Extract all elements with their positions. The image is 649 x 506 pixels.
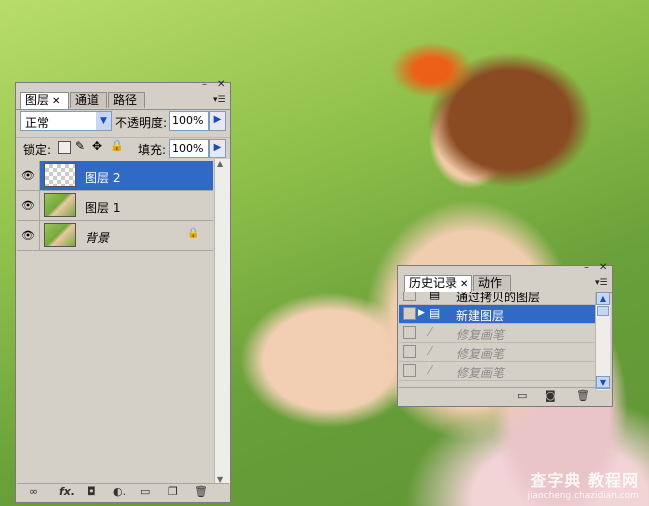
fill-arrow-button[interactable]: ▶ bbox=[209, 139, 226, 158]
tab-layers-label: 图层 bbox=[25, 93, 50, 107]
lock-all-icon[interactable]: 🔒 bbox=[110, 139, 124, 152]
panel-titlebar: – ✕ bbox=[16, 80, 230, 92]
tab-layers[interactable]: 图层 ✕ bbox=[20, 92, 69, 109]
layers-scrollbar[interactable]: ▲ ▼ bbox=[214, 159, 230, 484]
history-scrollbar[interactable]: ▲ ▼ bbox=[595, 292, 610, 390]
close-tab-icon[interactable]: ✕ bbox=[460, 279, 468, 290]
delete-state-icon[interactable]: 🗑 bbox=[576, 389, 590, 402]
history-item-label: 修复画笔 bbox=[456, 328, 505, 342]
panel-menu-icon[interactable]: ▾☰ bbox=[595, 278, 608, 288]
snapshot-checkbox[interactable] bbox=[403, 307, 416, 320]
fx-icon[interactable]: fx. bbox=[59, 485, 75, 498]
fill-value: 100% bbox=[172, 142, 204, 155]
close-icon[interactable]: ✕ bbox=[217, 80, 225, 90]
adjustment-layer-icon[interactable]: ◐. bbox=[113, 485, 126, 498]
snapshot-checkbox[interactable] bbox=[403, 326, 416, 339]
delete-layer-icon[interactable]: 🗑 bbox=[194, 485, 208, 498]
watermark-url: jiaocheng.chazidian.com bbox=[527, 491, 639, 501]
eye-icon[interactable]: 👁 bbox=[17, 161, 40, 190]
history-list: ▤ 通过拷贝的图层 ▶ ▤ 新建图层 ⁄ 修复画笔 ⁄ 修复画笔 ⁄ 修复画笔 bbox=[398, 292, 595, 390]
new-layer-icon: ▤ bbox=[429, 306, 441, 320]
layer-thumbnail bbox=[44, 193, 76, 217]
snapshot-checkbox[interactable] bbox=[403, 345, 416, 358]
healing-brush-icon: ⁄ bbox=[429, 363, 432, 377]
snapshot-camera-icon[interactable]: ◙ bbox=[545, 389, 556, 402]
snapshot-checkbox[interactable] bbox=[403, 292, 416, 301]
layer-row[interactable]: 👁 背景 🔒 bbox=[17, 221, 213, 251]
blend-mode-select[interactable]: 正常 ▼ bbox=[20, 111, 112, 131]
opacity-arrow-button[interactable]: ▶ bbox=[209, 111, 226, 131]
tab-actions-label: 动作 bbox=[478, 276, 503, 290]
opacity-input[interactable]: 100% bbox=[169, 111, 209, 131]
blend-row: 正常 ▼ 不透明度: 100% ▶ bbox=[16, 111, 230, 133]
close-icon[interactable]: ✕ bbox=[599, 263, 607, 273]
tab-history[interactable]: 历史记录 ✕ bbox=[404, 275, 472, 292]
layer-lock-icon: 🔒 bbox=[187, 228, 200, 239]
history-item[interactable]: ⁄ 修复画笔 bbox=[399, 324, 595, 343]
opacity-label: 不透明度: bbox=[115, 116, 168, 130]
layer-thumbnail bbox=[44, 223, 76, 247]
tab-actions[interactable]: 动作 bbox=[473, 275, 511, 291]
tab-history-label: 历史记录 bbox=[409, 276, 458, 290]
history-item-label: 通过拷贝的图层 bbox=[456, 292, 541, 304]
scroll-thumb[interactable] bbox=[597, 306, 609, 316]
new-document-from-state-icon[interactable]: ▭ bbox=[517, 389, 527, 402]
lock-brush-icon[interactable]: ✎ bbox=[75, 139, 85, 153]
history-item-label: 修复画笔 bbox=[456, 366, 505, 380]
scroll-up-icon[interactable]: ▲ bbox=[596, 292, 610, 305]
chevron-down-icon: ▼ bbox=[96, 112, 111, 130]
history-item[interactable]: ▶ ▤ 新建图层 bbox=[399, 305, 595, 324]
snapshot-checkbox[interactable] bbox=[403, 364, 416, 377]
layer-row[interactable]: 👁 图层 2 bbox=[17, 161, 213, 191]
history-panel: – ✕ 历史记录 ✕ 动作 ▾☰ ▤ 通过拷贝的图层 ▶ ▤ 新建图层 ⁄ 修复画… bbox=[397, 263, 613, 407]
healing-brush-icon: ⁄ bbox=[429, 344, 432, 358]
history-item-label: 新建图层 bbox=[456, 309, 505, 323]
close-tab-icon[interactable]: ✕ bbox=[52, 96, 60, 107]
history-item[interactable]: ⁄ 修复画笔 bbox=[399, 343, 595, 362]
layer-thumbnail bbox=[44, 163, 76, 187]
healing-brush-icon: ⁄ bbox=[429, 325, 432, 339]
history-bottom-bar: ▭ ◙ 🗑 bbox=[399, 387, 611, 405]
lock-label: 锁定: bbox=[23, 143, 52, 157]
fill-label: 填充: bbox=[138, 143, 167, 157]
blend-mode-value: 正常 bbox=[25, 116, 50, 130]
panel-menu-icon[interactable]: ▾☰ bbox=[213, 95, 226, 105]
layers-tab-row: 图层 ✕ 通道 路径 ▾☰ bbox=[16, 92, 230, 110]
new-group-icon[interactable]: ▭ bbox=[140, 485, 150, 498]
layer-state-icon: ▤ bbox=[429, 292, 441, 301]
tab-channels[interactable]: 通道 bbox=[70, 92, 107, 108]
lock-move-icon[interactable]: ✥ bbox=[92, 139, 102, 153]
tab-paths[interactable]: 路径 bbox=[108, 92, 145, 108]
layer-name[interactable]: 图层 2 bbox=[85, 169, 120, 186]
layers-bottom-bar: ∞ fx. ◘ ◐. ▭ ❐ 🗑 bbox=[17, 483, 229, 501]
link-layers-icon[interactable]: ∞ bbox=[29, 485, 38, 498]
tab-channels-label: 通道 bbox=[75, 93, 100, 107]
lock-row: 锁定: ✎ ✥ 🔒 填充: 100% ▶ bbox=[16, 137, 230, 160]
watermark-title: 查字典 教程网 bbox=[530, 471, 639, 490]
minimize-icon[interactable]: – bbox=[584, 263, 589, 273]
history-item[interactable]: ⁄ 修复画笔 bbox=[399, 362, 595, 381]
opacity-value: 100% bbox=[172, 114, 204, 127]
layer-row[interactable]: 👁 图层 1 bbox=[17, 191, 213, 221]
watermark: 查字典 教程网 jiaocheng.chazidian.com bbox=[528, 467, 639, 501]
eye-icon[interactable]: 👁 bbox=[17, 191, 40, 220]
history-item[interactable]: ▤ 通过拷贝的图层 bbox=[399, 292, 595, 305]
layer-list: 👁 图层 2 👁 图层 1 👁 背景 🔒 bbox=[17, 159, 213, 484]
fill-input[interactable]: 100% bbox=[169, 139, 209, 158]
scroll-up-icon[interactable]: ▲ bbox=[217, 159, 223, 168]
layers-panel: – ✕ 图层 ✕ 通道 路径 ▾☰ 正常 ▼ 不透明度: 100% ▶ 锁定: ✎… bbox=[15, 80, 231, 503]
lock-transparent-icon[interactable] bbox=[58, 141, 71, 154]
new-layer-icon[interactable]: ❐ bbox=[168, 485, 178, 498]
tab-paths-label: 路径 bbox=[113, 93, 138, 107]
history-tab-row: 历史记录 ✕ 动作 ▾☰ bbox=[398, 275, 612, 293]
panel-titlebar: – ✕ bbox=[398, 263, 612, 275]
history-item-label: 修复画笔 bbox=[456, 347, 505, 361]
eye-icon[interactable]: 👁 bbox=[17, 221, 40, 250]
minimize-icon[interactable]: – bbox=[202, 80, 207, 90]
layer-name[interactable]: 背景 bbox=[85, 229, 109, 246]
layer-name[interactable]: 图层 1 bbox=[85, 199, 120, 216]
add-mask-icon[interactable]: ◘ bbox=[87, 485, 96, 498]
history-state-marker-icon: ▶ bbox=[418, 308, 425, 318]
